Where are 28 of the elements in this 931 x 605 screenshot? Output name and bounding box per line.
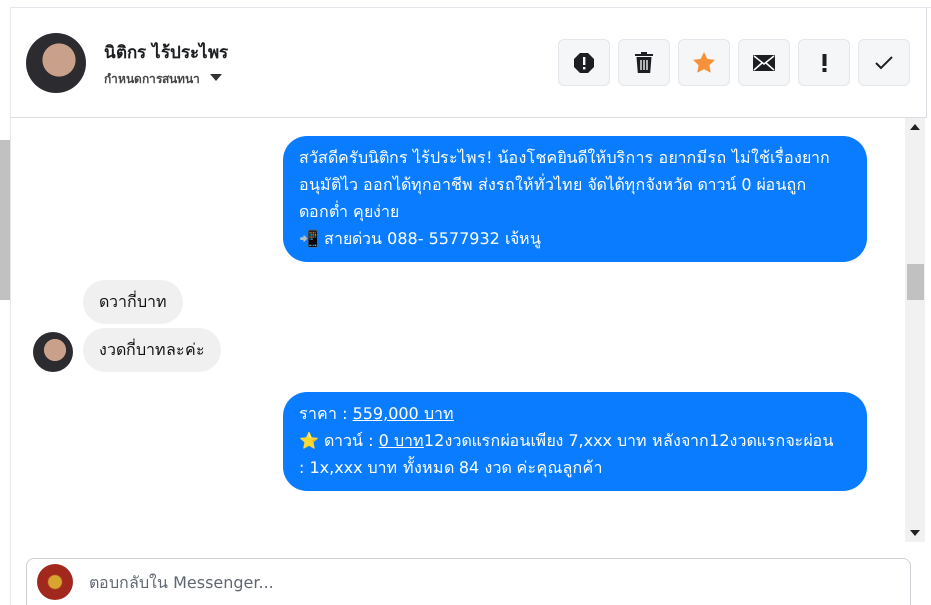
page-avatar — [37, 564, 73, 600]
scrollbar-thumb[interactable] — [906, 264, 924, 300]
message-bubble: ดวากี่บาท — [83, 280, 183, 324]
envelope-icon — [753, 54, 775, 70]
reply-field[interactable]: ตอบกลับใน Messenger... — [87, 572, 900, 592]
important-button[interactable] — [798, 39, 850, 86]
message-bubble: งวดกี่บาทละค่ะ — [83, 328, 221, 372]
link[interactable]: 0 บาท — [378, 431, 424, 450]
conversation-menu[interactable]: กำหนดการสนทนา — [104, 68, 228, 88]
star-icon — [693, 52, 715, 73]
reply-box[interactable]: ตอบกลับใน Messenger... — [26, 558, 911, 605]
message-bubble: ราคา : 559,000 บาท ⭐ ดาวน์ : 0 บาท12งวดแรกผ่อนเพียง 7,xxx บาท หลังจาก12งวดแรกจะผ่อน : 1x,xxx บาท ทั้งหมด 84 งวด ค่ะคุณลูกค้า — [283, 392, 867, 491]
scrollbar[interactable] — [905, 118, 925, 542]
star-button[interactable] — [678, 39, 730, 86]
scrollbar[interactable] — [0, 140, 10, 300]
scroll-up-icon[interactable] — [910, 124, 920, 130]
link[interactable]: 559,000 บาท — [352, 404, 454, 423]
trash-icon — [635, 52, 653, 73]
check-icon — [875, 56, 893, 70]
trash-button[interactable] — [618, 39, 670, 86]
contact-name: นิติกร ไร้ประไพร — [104, 41, 228, 64]
message-bubble: สวัสดีครับนิติกร ไร้ประไพร! น้องโชคยินดีให้บริการ อยากมีรถ ไม่ใช้เรื่องยาก อนุมัติไว ออกได้ทุกอาชีพ ส่งรถให้ทั่วไทย จัดได้ทุกจังหวัด ดาวน์ 0 ผ่อนถูก ดอกต่ำ คุยง่าย 📲 สายด่วน 088- 5577932 เจ้หนู — [283, 136, 867, 262]
alert-icon — [573, 52, 595, 74]
caret-icon — [210, 74, 222, 82]
exclamation-icon — [822, 54, 826, 72]
block-button[interactable] — [558, 39, 610, 86]
scroll-down-icon[interactable] — [910, 530, 920, 536]
mail-button[interactable] — [738, 39, 790, 86]
